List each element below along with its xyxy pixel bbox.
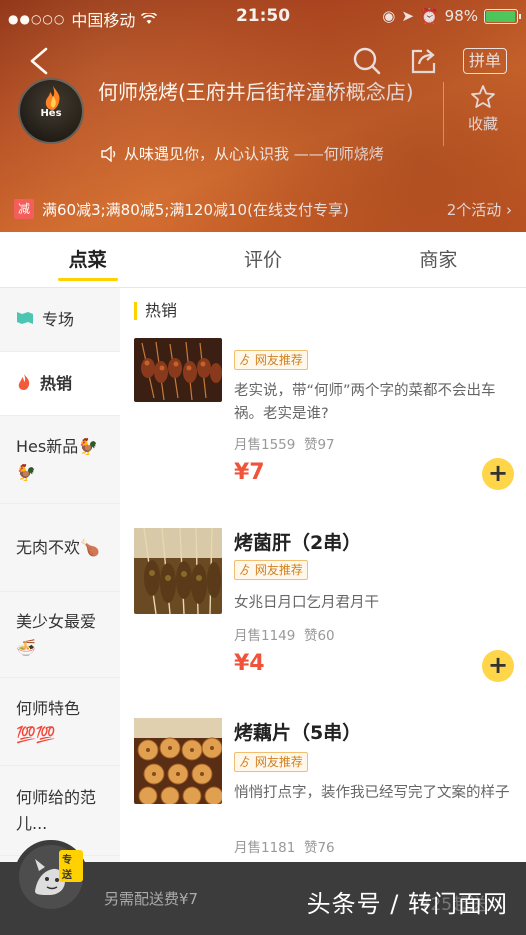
search-icon[interactable] <box>352 46 382 76</box>
promo-text: 满60减3;满80减5;满120减10(在线支付专享) <box>42 200 349 219</box>
tab-reviews[interactable]: 评价 <box>175 232 350 287</box>
food-image <box>134 338 222 402</box>
star-icon <box>471 85 495 108</box>
sidebar-label: 热销 <box>40 373 73 393</box>
tab-bar: 点菜 评价 商家 <box>0 232 526 288</box>
fire-icon <box>16 373 32 395</box>
discount-badge: 减 <box>14 199 34 219</box>
sidebar-item-meat[interactable]: 无肉不欢🍗 <box>0 504 120 592</box>
item-price: ¥4 <box>234 651 265 676</box>
item-sales: 月售1149 赞60 <box>234 628 335 644</box>
promo-bar[interactable]: 减 满60减3;满80减5;满120减10(在线支付专享) 2个活动 › <box>0 189 526 229</box>
add-to-cart-button[interactable]: + <box>482 458 514 490</box>
location-icon: ➤ <box>401 7 414 25</box>
express-badge: 专送 <box>59 850 83 882</box>
shop-header: ●●○○○ 中国移动 21:50 ◉ ➤ ⏰ 98% 拼单 Hes 何师烧烤(王… <box>0 0 526 232</box>
cart-button[interactable]: 专送 <box>14 840 88 914</box>
add-to-cart-button[interactable]: + <box>482 650 514 682</box>
sidebar-label: 何师特色💯💯 <box>16 698 81 744</box>
sidebar-item-special[interactable]: 专场 <box>0 288 120 352</box>
delivery-fee: 另需配送费¥7 <box>104 890 199 908</box>
sidebar-label: Hes新品🐓🐓 <box>16 436 99 482</box>
logo-text: Hes <box>40 108 62 119</box>
menu-list: 热销 ゟ 网友推荐 老实说，带“何师”两个字的菜都不会出车祸。老实是谁? 月售1… <box>120 288 526 935</box>
recommend-tag: ゟ 网友推荐 <box>234 560 308 580</box>
sidebar-item-hot[interactable]: 热销 <box>0 352 120 416</box>
promo-more-link[interactable]: 2个活动 › <box>447 199 512 220</box>
sidebar-label: 无肉不欢🍗 <box>16 537 100 557</box>
sidebar-item-girls[interactable]: 美少女最爱🍜 <box>0 592 120 678</box>
flag-icon <box>16 310 34 330</box>
recommend-tag: ゟ 网友推荐 <box>234 350 308 370</box>
food-image <box>134 528 222 614</box>
item-sales: 月售1181 赞76 <box>234 840 335 856</box>
shop-name: 何师烧烤(王府井后街梓潼桥概念店) <box>98 80 414 104</box>
share-icon[interactable] <box>408 46 438 76</box>
menu-item[interactable]: ゟ 网友推荐 老实说，带“何师”两个字的菜都不会出车祸。老实是谁? 月售1559… <box>134 338 514 508</box>
item-description: 悄悄打点字，装作我已经写完了文案的样子 <box>234 785 510 801</box>
sidebar-label: 何师给的范儿... <box>16 787 97 833</box>
item-description: 老实说，带“何师”两个字的菜都不会出车祸。老实是谁? <box>234 383 496 422</box>
shop-slogan: 从味遇见你，从心认识我 ——何师烧烤 <box>100 143 384 164</box>
item-name: 烤藕片（5串） <box>234 722 362 744</box>
item-name: 烤菌肝（2串） <box>234 532 362 554</box>
item-price: ¥7 <box>234 460 265 485</box>
category-sidebar: 专场 热销 Hes新品🐓🐓 无肉不欢🍗 美少女最爱🍜 何师特色💯💯 何师给的范儿… <box>0 288 120 935</box>
status-bar: ●●○○○ 中国移动 21:50 ◉ ➤ ⏰ 98% <box>0 0 526 34</box>
sidebar-label: 美少女最爱🍜 <box>16 611 97 657</box>
battery-percent: 98% <box>444 7 478 25</box>
speaker-icon <box>101 145 116 162</box>
menu-item[interactable]: 烤菌肝（2串） ゟ 网友推荐 女兆日月口乞月君月干 月售1149 赞60 ¥4 … <box>134 528 514 698</box>
alarm-icon: ⏰ <box>419 7 439 25</box>
favorite-label: 收藏 <box>467 115 498 133</box>
item-description: 女兆日月口乞月君月干 <box>234 595 379 611</box>
sidebar-item-new[interactable]: Hes新品🐓🐓 <box>0 416 120 504</box>
slogan-text: 从味遇见你，从心认识我 ——何师烧烤 <box>124 145 384 163</box>
section-title: 热销 <box>134 302 177 320</box>
menu-item[interactable]: 烤藕片（5串） ゟ 网友推荐 悄悄打点字，装作我已经写完了文案的样子 月售118… <box>134 718 514 868</box>
favorite-button[interactable]: 收藏 <box>458 84 508 134</box>
lock-rotation-icon: ◉ <box>382 7 396 25</box>
battery-icon <box>484 8 521 24</box>
tab-menu[interactable]: 点菜 <box>0 232 175 287</box>
item-sales: 月售1559 赞97 <box>234 437 335 453</box>
shop-logo: Hes <box>18 78 84 144</box>
watermark: 头条号 / 转门面网 <box>306 890 508 918</box>
food-image <box>134 718 222 804</box>
recommend-tag: ゟ 网友推荐 <box>234 752 308 772</box>
cart-bar: 专送 另需配送费¥7 ¥25起送 头条号 / 转门面网 <box>0 840 526 935</box>
group-order-button[interactable]: 拼单 <box>463 48 507 74</box>
tab-merchant[interactable]: 商家 <box>351 232 526 287</box>
sidebar-label: 专场 <box>42 309 75 329</box>
header-divider <box>443 82 444 146</box>
back-button[interactable] <box>26 46 52 76</box>
sidebar-item-specialty[interactable]: 何师特色💯💯 <box>0 678 120 766</box>
